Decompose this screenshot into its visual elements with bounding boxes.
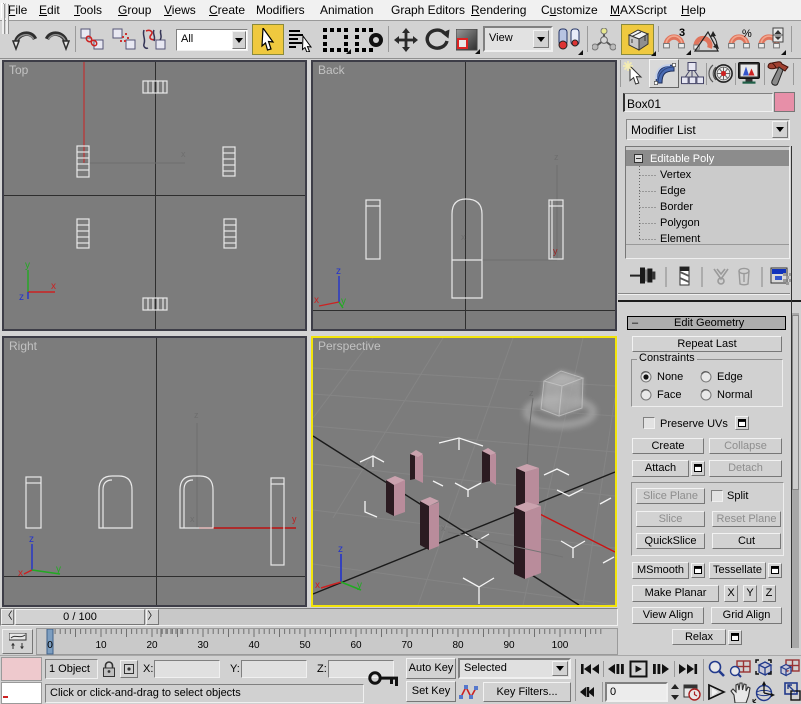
- svg-text:z: z: [19, 292, 24, 303]
- svg-text:x: x: [315, 580, 320, 591]
- svg-text:x: x: [461, 232, 466, 242]
- svg-text:x: x: [18, 568, 23, 579]
- svg-text:z: z: [194, 410, 199, 420]
- svg-text:z: z: [529, 388, 534, 398]
- svg-text:z: z: [336, 266, 341, 277]
- svg-text:x: x: [181, 149, 186, 159]
- svg-text:y: y: [357, 580, 362, 591]
- svg-text:x: x: [190, 514, 195, 524]
- svg-text:y: y: [56, 564, 61, 575]
- svg-text:x: x: [441, 523, 446, 533]
- svg-text:z: z: [29, 534, 34, 545]
- svg-text:y: y: [25, 260, 30, 271]
- svg-text:y: y: [292, 514, 297, 524]
- svg-text:y: y: [553, 246, 558, 256]
- svg-text:z: z: [554, 152, 559, 162]
- svg-text:z: z: [338, 544, 343, 555]
- svg-text:x: x: [314, 295, 319, 306]
- svg-text:x: x: [51, 281, 56, 292]
- svg-text:y: y: [341, 296, 346, 307]
